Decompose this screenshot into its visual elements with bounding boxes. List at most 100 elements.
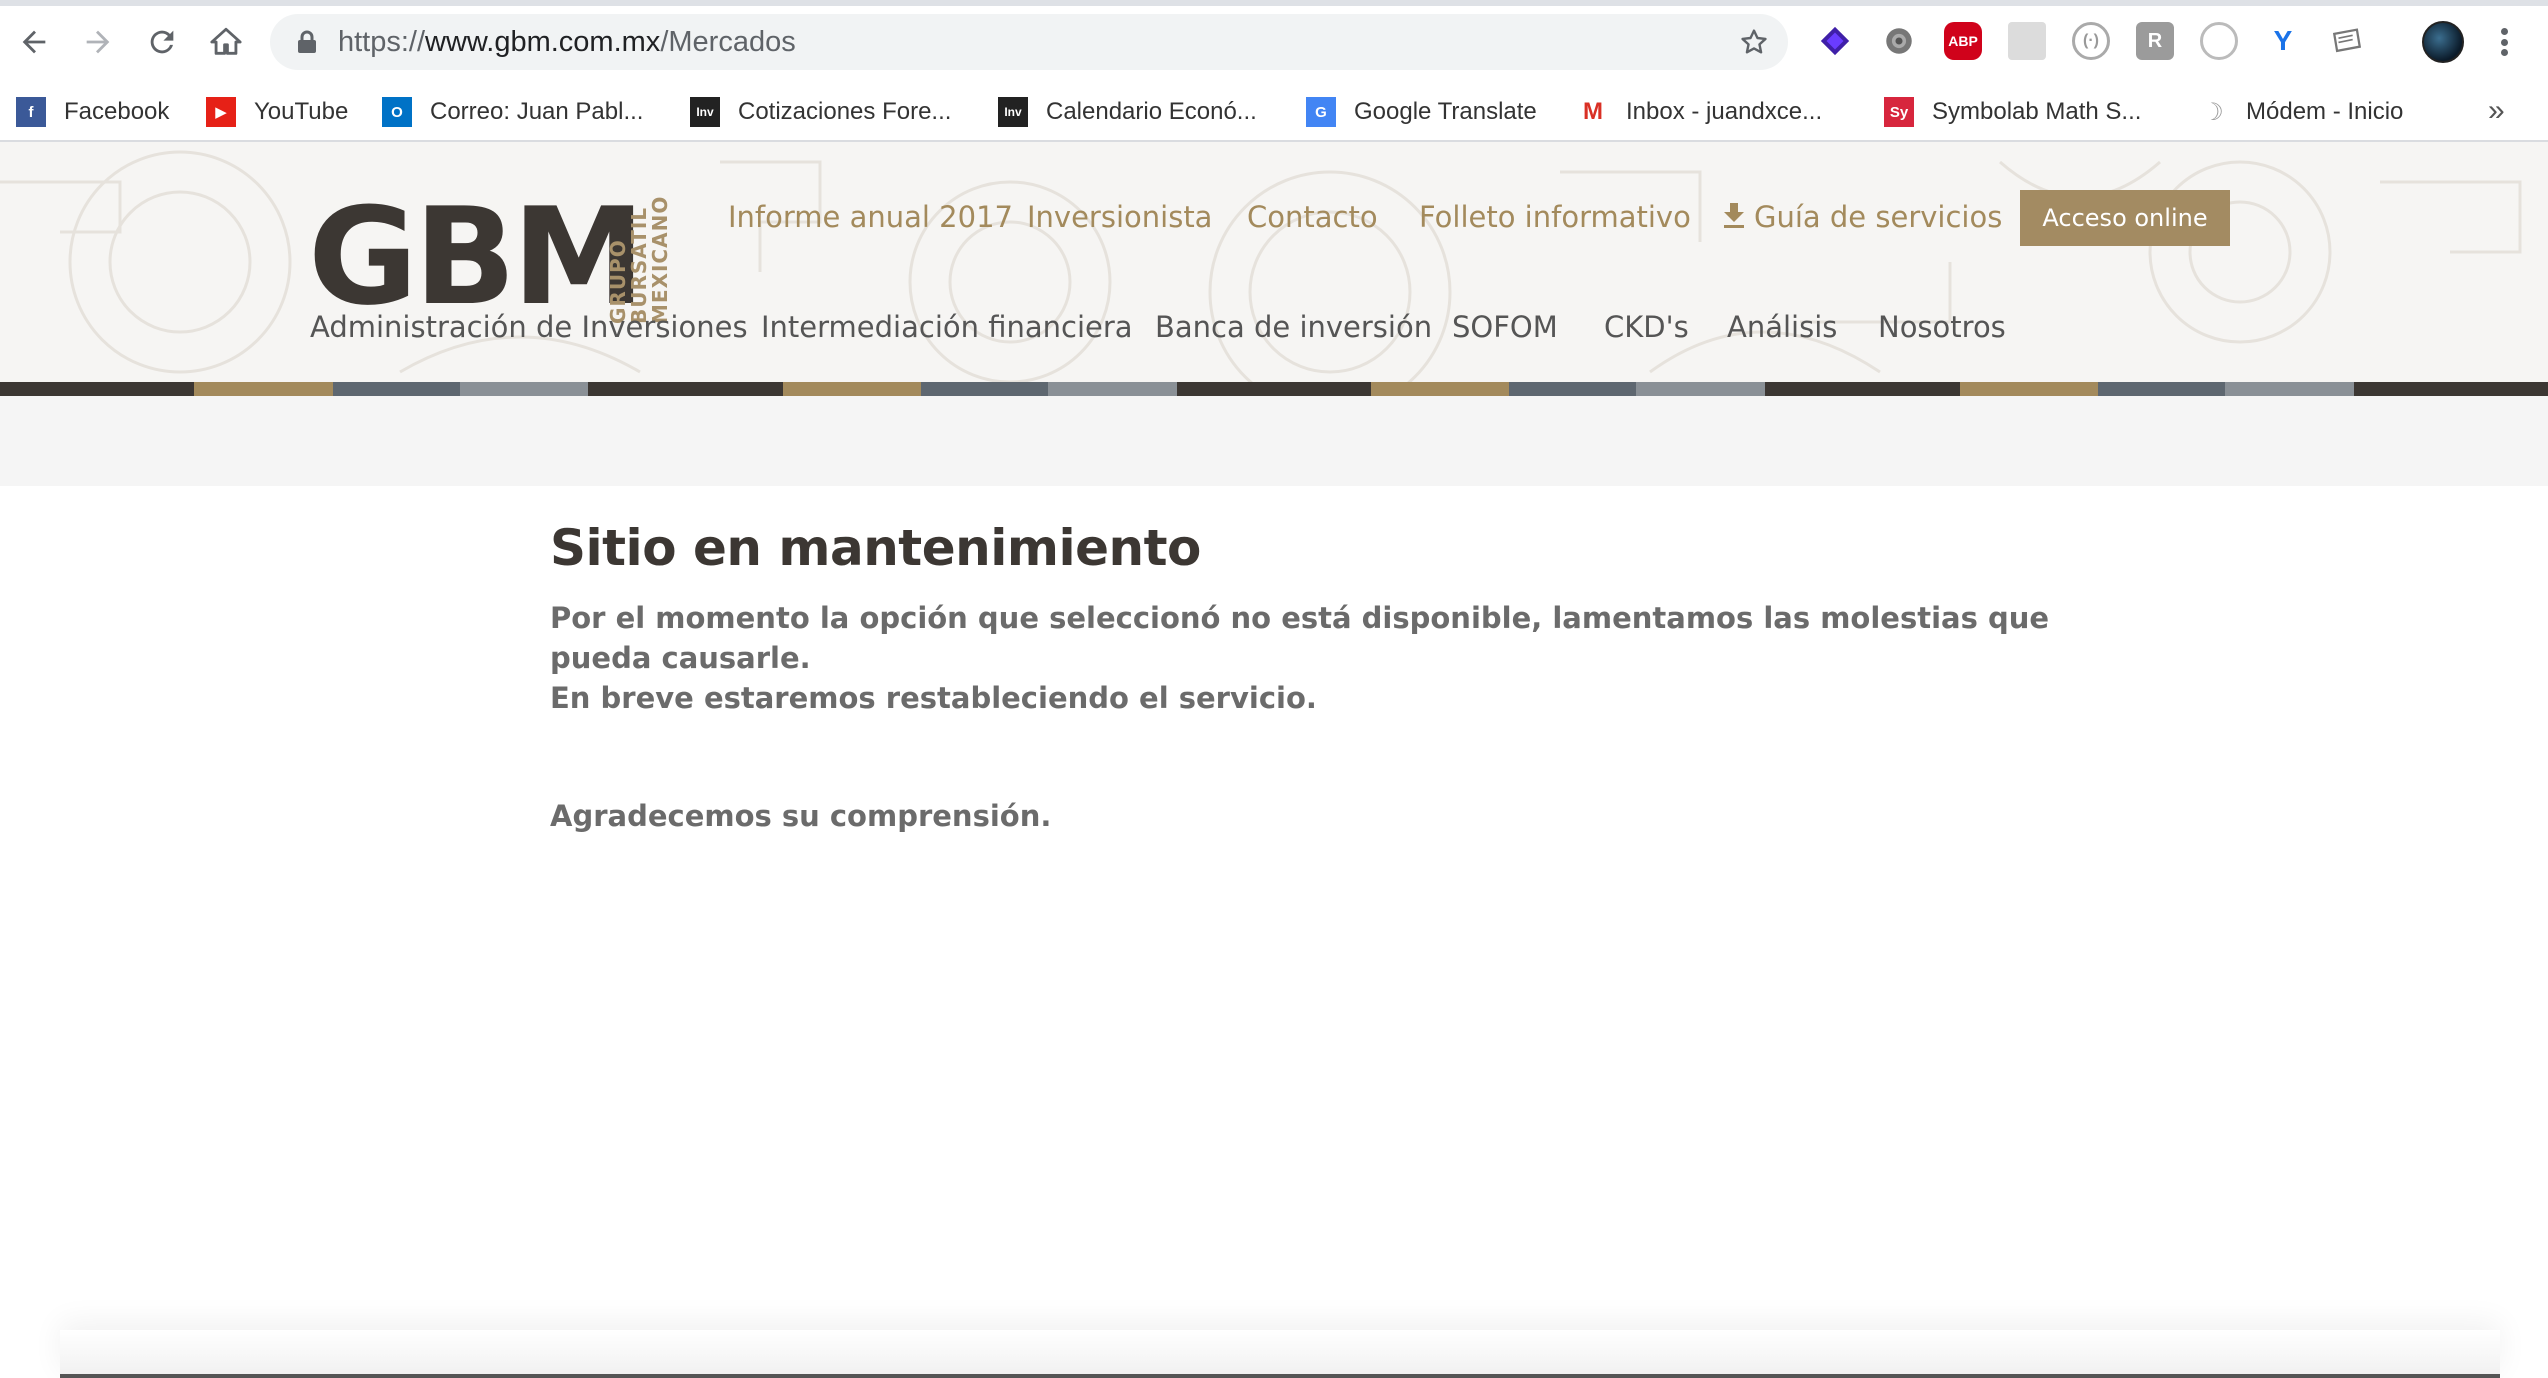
stripe-segment [2224,382,2354,396]
facebook-icon: f [16,97,46,127]
maintenance-content: Sitio en mantenimiento Por el momento la… [550,516,2050,836]
bookmark-label: Correo: Juan Pabl... [430,98,644,125]
profile-avatar[interactable] [2422,21,2464,63]
nav-informe-anual[interactable]: Informe anual 2017 [728,200,1013,234]
maintenance-message-line-1: Por el momento la opción que seleccionó … [550,601,2050,675]
layers-icon[interactable] [1816,22,1854,60]
stripe-segment [782,382,921,396]
url-text: https://www.gbm.com.mx/Mercados [338,26,796,58]
bookmark-label: Calendario Econó... [1046,98,1257,125]
page-title: Sitio en mantenimiento [550,519,1201,577]
download-icon [1724,203,1744,228]
browser-toolbar: https://www.gbm.com.mx/Mercados ABP (·) … [0,0,2548,142]
outlook-icon: O [382,97,412,127]
forward-button[interactable] [74,18,122,66]
tagline-line: BURSATIL [627,206,651,324]
translate-icon: G [1306,97,1336,127]
investing-icon: Inv [998,97,1028,127]
bookmark-item[interactable]: G Google Translate [1306,90,1537,134]
back-arrow-icon [22,30,46,54]
reload-button[interactable] [138,18,186,66]
modem-icon: ☽ [2198,97,2228,127]
stripe-segment [1509,382,1637,396]
stripe-segment [920,382,1048,396]
tab-strip [0,0,2548,6]
youtube-icon: ▶ [206,97,236,127]
stripe-segment [459,382,589,396]
note-icon[interactable] [2328,22,2366,60]
nav-inversionista[interactable]: Inversionista [1027,200,1212,234]
home-icon [210,27,242,55]
bookmark-item[interactable]: Sy Symbolab Math S... [1884,90,2141,134]
nav-folleto-informativo[interactable]: Folleto informativo [1419,200,1691,234]
footer-edge [60,1374,2500,1378]
brackets-icon[interactable]: (·) [2072,22,2110,60]
nav-contacto[interactable]: Contacto [1247,200,1378,234]
nav-ckds[interactable]: CKD's [1604,310,1689,344]
maintenance-message-line-2: En breve estaremos restableciendo el ser… [550,681,1317,715]
nav-intermediacion-financiera[interactable]: Intermediación financiera [761,310,1133,344]
investing-icon: Inv [690,97,720,127]
bookmarks-bar: f Facebook ▶ YouTube O Correo: Juan Pabl... In… [0,84,2548,140]
symbolab-icon: Sy [1884,97,1914,127]
tagline-line: GRUPO [606,239,630,324]
bookmark-item[interactable]: ▶ YouTube [206,90,348,134]
decorative-color-stripe [0,382,2548,396]
nav-nosotros[interactable]: Nosotros [1878,310,2006,344]
logo-tagline: GRUPO BURSATIL MEXICANO [606,174,672,324]
bookmark-item[interactable]: Inv Cotizaciones Fore... [690,90,951,134]
forward-arrow-icon [86,30,110,54]
home-button[interactable] [202,18,250,66]
bookmark-item[interactable]: O Correo: Juan Pabl... [382,90,643,134]
gray-band [0,396,2548,486]
stripe-segment [332,382,460,396]
nav-guia-de-servicios[interactable]: Guía de servicios [1722,200,2002,234]
site-header: GBM GRUPO BURSATIL MEXICANO Informe anua… [0,142,2548,382]
r-icon[interactable]: R [2136,22,2174,60]
nav-analisis[interactable]: Análisis [1727,310,1837,344]
bookmark-item[interactable]: f Facebook [16,90,169,134]
stripe-segment [588,382,783,396]
tagline-line: MEXICANO [648,195,672,324]
bookmark-label: Facebook [64,98,170,125]
grid-icon[interactable] [2008,22,2046,60]
target-icon[interactable] [2200,22,2238,60]
bookmark-item[interactable]: ☽ Módem - Inicio [2198,90,2403,134]
acceso-online-button[interactable]: Acceso online [2020,190,2230,246]
bookmarks-overflow-button[interactable]: » [2488,94,2505,128]
stripe-segment [1176,382,1372,396]
stripe-segment [194,382,333,396]
bookmark-label: Inbox - juandxce... [1626,98,1823,125]
bookmark-label: Cotizaciones Fore... [738,98,952,125]
lock-icon [298,30,316,53]
address-bar[interactable]: https://www.gbm.com.mx/Mercados [270,14,1788,70]
stripe-segment [1371,382,1510,396]
bookmark-label: Google Translate [1354,98,1537,125]
abp-icon[interactable]: ABP [1944,22,1982,60]
v-icon[interactable]: Y [2264,22,2302,60]
nav-administracion-inversiones[interactable]: Administración de Inversiones [310,310,748,344]
nav-sofom[interactable]: SOFOM [1452,310,1558,344]
footer-shadow [60,1330,2500,1378]
abp-label: ABP [1948,33,1978,49]
guia-label: Guía de servicios [1754,200,2003,234]
gmail-icon: M [1578,97,1608,127]
stripe-segment [1765,382,1960,396]
back-button[interactable] [10,18,58,66]
stripe-segment [1047,382,1177,396]
stripe-segment [2353,382,2548,396]
nav-banca-de-inversion[interactable]: Banca de inversión [1155,310,1432,344]
stripe-segment [1959,382,2098,396]
stripe-segment [2097,382,2225,396]
bookmark-item[interactable]: Inv Calendario Econó... [998,90,1257,134]
bookmark-label: YouTube [254,98,349,125]
thanks-message: Agradecemos su comprensión. [550,799,1052,833]
gear-icon[interactable] [1880,22,1918,60]
bookmark-label: Symbolab Math S... [1932,98,2142,125]
stripe-segment [0,382,195,396]
bookmark-label: Módem - Inicio [2246,98,2404,125]
bookmark-star-icon[interactable] [1738,26,1770,58]
bookmark-item[interactable]: M Inbox - juandxce... [1578,90,1822,134]
browser-menu-icon[interactable] [2492,22,2516,62]
reload-icon [150,30,174,54]
